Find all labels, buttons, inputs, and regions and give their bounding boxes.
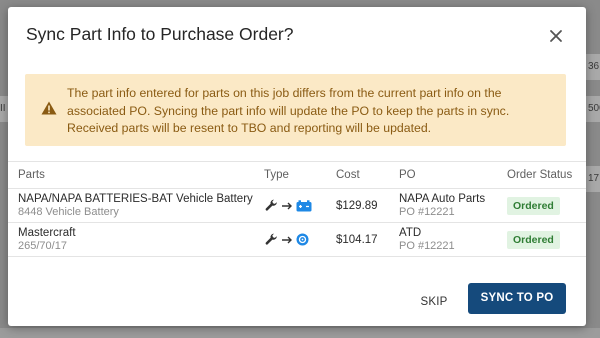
warning-icon: [41, 101, 57, 115]
close-button[interactable]: [548, 28, 564, 44]
type-cell: [254, 222, 326, 257]
status-badge: Ordered: [507, 230, 560, 249]
po-number: PO #12221: [399, 206, 455, 218]
part-name: Mastercraft: [18, 227, 76, 239]
close-icon: [550, 30, 562, 42]
part-cell: Mastercraft 265/70/17: [8, 222, 254, 257]
cost-cell: $104.17: [326, 222, 389, 257]
column-header-cost: Cost: [326, 161, 389, 189]
arrow-right-icon: [282, 236, 292, 243]
arrow-right-icon: [282, 202, 292, 209]
sync-part-info-dialog: Sync Part Info to Purchase Order? The pa…: [8, 7, 586, 326]
table-row: NAPA/NAPA BATTERIES-BAT Vehicle Battery …: [8, 188, 586, 223]
column-header-parts: Parts: [8, 161, 254, 189]
po-cell: ATD PO #12221: [389, 222, 497, 257]
battery-icon: [296, 199, 312, 211]
background-cell: 36: [586, 54, 600, 80]
background-cell: 500: [586, 96, 600, 122]
po-cell: NAPA Auto Parts PO #12221: [389, 188, 497, 223]
tire-icon: [296, 233, 309, 246]
part-cell: NAPA/NAPA BATTERIES-BAT Vehicle Battery …: [8, 188, 254, 223]
warning-banner: The part info entered for parts on this …: [25, 74, 566, 146]
table-row: Mastercraft 265/70/17 $104.17 ATD PO #12…: [8, 222, 586, 257]
skip-button[interactable]: SKIP: [413, 291, 455, 313]
type-cell: [254, 188, 326, 223]
parts-table: Parts Type Cost PO Order Status NAPA/NAP…: [8, 161, 586, 257]
column-header-po: PO: [389, 161, 497, 189]
warning-text: The part info entered for parts on this …: [67, 86, 510, 135]
status-badge: Ordered: [507, 196, 560, 215]
column-header-type: Type: [254, 161, 326, 189]
wrench-icon: [265, 199, 277, 211]
po-vendor: NAPA Auto Parts: [399, 193, 486, 205]
po-number: PO #12221: [399, 240, 455, 252]
sync-to-po-button[interactable]: SYNC TO PO: [468, 283, 566, 314]
part-subtitle: 8448 Vehicle Battery: [18, 206, 119, 218]
table-header-row: Parts Type Cost PO Order Status: [8, 161, 586, 189]
part-name: NAPA/NAPA BATTERIES-BAT Vehicle Battery: [18, 193, 253, 205]
order-status-cell: Ordered: [497, 188, 586, 223]
background-cell: 17: [586, 166, 600, 192]
order-status-cell: Ordered: [497, 222, 586, 257]
background-page: [0, 328, 600, 338]
po-vendor: ATD: [399, 227, 422, 239]
column-header-order-status: Order Status: [497, 161, 586, 189]
cost-cell: $129.89: [326, 188, 389, 223]
dialog-title: Sync Part Info to Purchase Order?: [26, 24, 294, 44]
part-subtitle: 265/70/17: [18, 240, 67, 252]
wrench-icon: [265, 233, 277, 245]
